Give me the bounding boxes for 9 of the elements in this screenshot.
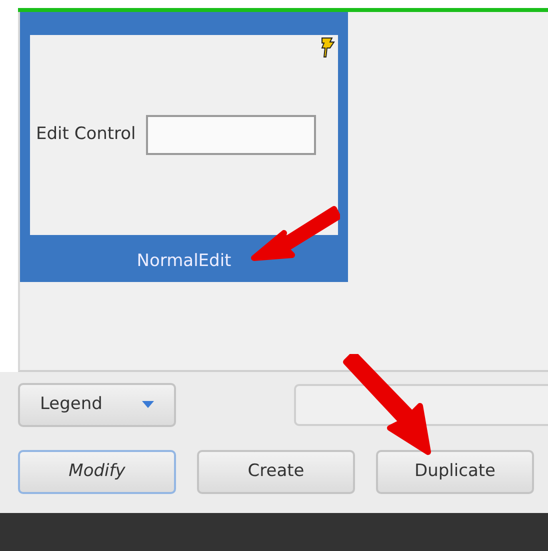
text-field[interactable] <box>146 115 316 155</box>
action-button[interactable]: Create <box>197 450 355 494</box>
control-tile[interactable]: Edit Control NormalEdit <box>20 12 348 282</box>
action-button[interactable]: Modify <box>18 450 176 494</box>
legend-dropdown[interactable]: Legend <box>18 382 176 426</box>
field-label: Edit Control <box>36 123 136 146</box>
dropdown-caret-icon <box>142 401 154 408</box>
tile-label: NormalEdit <box>136 250 232 273</box>
action-button[interactable]: Duplicate <box>376 450 534 494</box>
